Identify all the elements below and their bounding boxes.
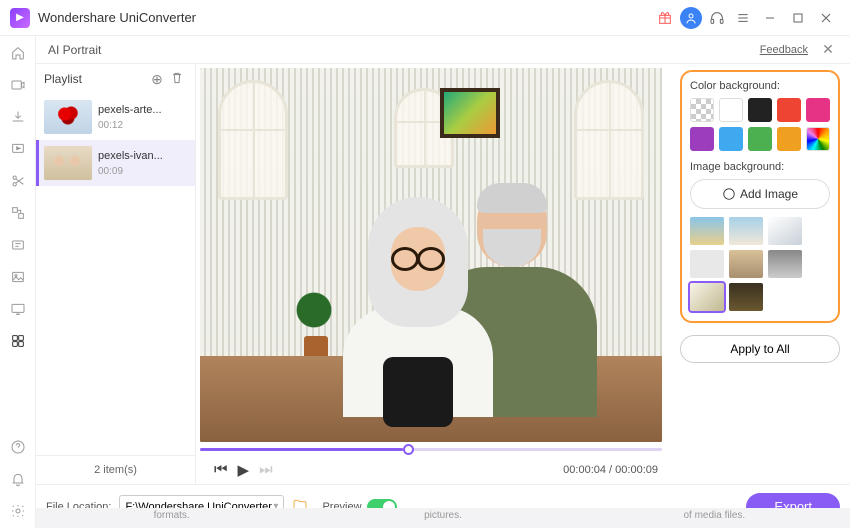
compress-icon[interactable] (9, 236, 27, 254)
playlist-item-name: pexels-ivan... (98, 150, 187, 162)
panel-header: AI Portrait Feedback ✕ (36, 36, 850, 64)
playlist-item[interactable]: pexels-arte... 00:12 (36, 94, 195, 140)
play-button[interactable]: ▶ (238, 461, 250, 479)
swatch-green[interactable] (748, 127, 772, 151)
maximize-button[interactable] (784, 4, 812, 32)
home-icon[interactable] (9, 44, 27, 62)
playlist-item-time: 00:12 (98, 120, 187, 131)
bg-thumb[interactable] (690, 217, 724, 245)
bg-thumb[interactable] (690, 250, 724, 278)
bg-thumb[interactable] (768, 217, 802, 245)
image-bg-label: Image background: (690, 161, 830, 173)
color-bg-label: Color background: (690, 80, 830, 92)
hint-text: formats. (36, 508, 307, 528)
options-panel: Color background: Image background: (670, 64, 850, 484)
swatch-purple[interactable] (690, 127, 714, 151)
playlist-title: Playlist (44, 72, 82, 86)
add-image-label: Add Image (740, 187, 798, 201)
swatch-transparent[interactable] (690, 98, 714, 122)
timecode: 00:00:04 / 00:00:09 (563, 464, 658, 476)
minimize-button[interactable] (756, 4, 784, 32)
screen-icon[interactable] (9, 300, 27, 318)
merge-icon[interactable] (9, 204, 27, 222)
swatch-black[interactable] (748, 98, 772, 122)
apps-icon[interactable] (9, 332, 27, 350)
playback-controls: ⏮ ▶ ⏭ 00:00:04 / 00:00:09 (200, 456, 662, 484)
seek-thumb[interactable] (403, 444, 414, 455)
background-hints: formats. pictures. of media files. (36, 508, 850, 528)
help-icon[interactable] (9, 438, 27, 456)
apply-all-button[interactable]: Apply to All (680, 335, 840, 363)
delete-icon[interactable] (167, 70, 187, 89)
bg-thumb[interactable] (690, 283, 724, 311)
gift-icon[interactable] (652, 5, 678, 31)
playlist-item[interactable]: pexels-ivan... 00:09 (36, 140, 195, 186)
scissors-icon[interactable] (9, 172, 27, 190)
swatch-yellow[interactable] (777, 127, 801, 151)
bg-thumb[interactable] (729, 283, 763, 311)
player-icon[interactable] (9, 140, 27, 158)
left-nav (0, 36, 36, 528)
playlist-item-time: 00:09 (98, 166, 187, 177)
next-button[interactable]: ⏭ (259, 461, 273, 479)
download-icon[interactable] (9, 108, 27, 126)
time-current: 00:00:04 (563, 464, 606, 476)
prev-button[interactable]: ⏮ (214, 461, 228, 479)
feedback-link[interactable]: Feedback (760, 44, 808, 56)
close-button[interactable] (812, 4, 840, 32)
swatch-pink[interactable] (806, 98, 830, 122)
swatch-red[interactable] (777, 98, 801, 122)
hint-text: pictures. (307, 508, 578, 528)
bg-thumb[interactable] (768, 250, 802, 278)
playlist-column: Playlist ⊕ pexels-arte... 00:12 (36, 64, 196, 484)
title-bar: Wondershare UniConverter (0, 0, 850, 36)
user-icon[interactable] (680, 7, 702, 29)
swatch-custom[interactable] (806, 127, 830, 151)
bg-thumb[interactable] (729, 217, 763, 245)
swatch-white[interactable] (719, 98, 743, 122)
video-icon[interactable] (9, 76, 27, 94)
image-icon[interactable] (9, 268, 27, 286)
color-swatches (690, 98, 830, 151)
video-preview[interactable] (200, 68, 662, 442)
add-media-icon[interactable]: ⊕ (147, 71, 167, 88)
playlist-item-name: pexels-arte... (98, 104, 187, 116)
menu-icon[interactable] (730, 5, 756, 31)
time-total: 00:00:09 (615, 464, 658, 476)
close-panel-icon[interactable]: ✕ (818, 41, 838, 58)
preview-column: ⏮ ▶ ⏭ 00:00:04 / 00:00:09 (196, 64, 670, 484)
playlist-thumbnail (44, 146, 92, 180)
seek-bar[interactable] (200, 442, 662, 456)
bg-thumb[interactable] (729, 250, 763, 278)
add-image-button[interactable]: Add Image (690, 179, 830, 209)
playlist-thumbnail (44, 100, 92, 134)
hint-text: of media files. (579, 508, 850, 528)
background-options: Color background: Image background: (680, 70, 840, 323)
background-thumbs (690, 217, 830, 311)
app-name: Wondershare UniConverter (38, 10, 196, 25)
settings-icon[interactable] (9, 502, 27, 520)
playlist-count: 2 item(s) (36, 455, 195, 484)
swatch-blue[interactable] (719, 127, 743, 151)
panel-title: AI Portrait (48, 43, 101, 57)
bell-icon[interactable] (9, 470, 27, 488)
headset-icon[interactable] (704, 5, 730, 31)
app-logo (10, 8, 30, 28)
